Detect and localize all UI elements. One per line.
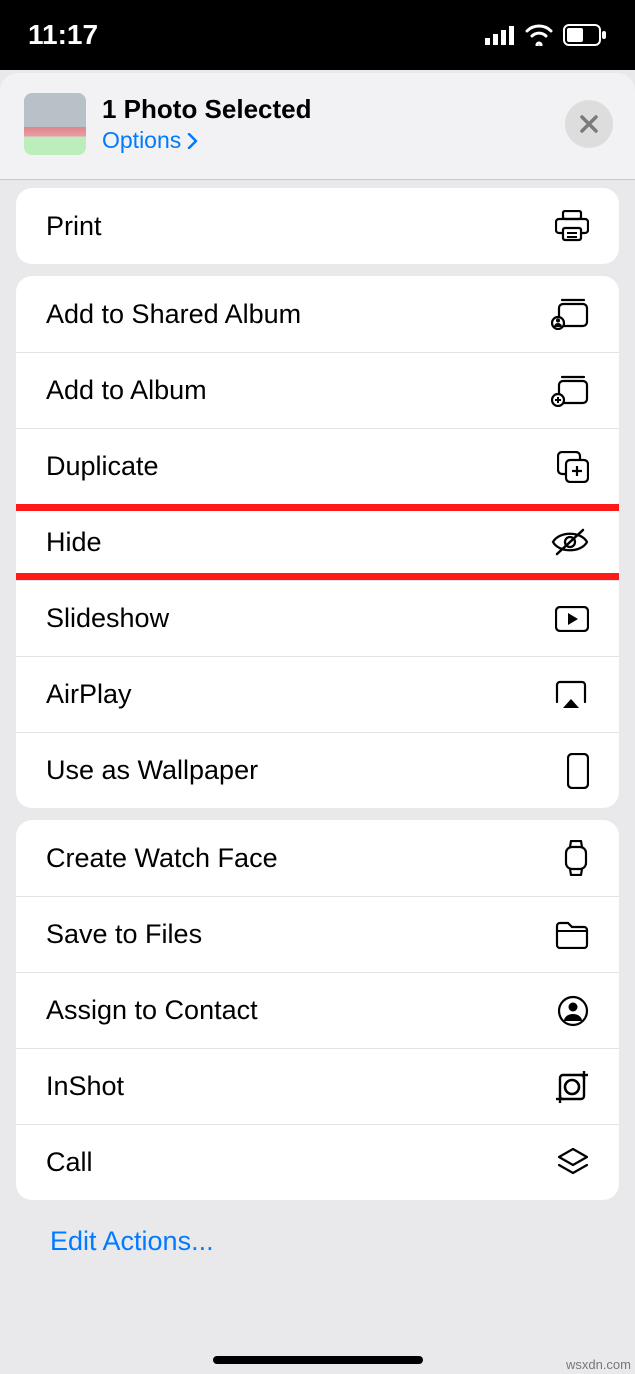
edit-actions-link[interactable]: Edit Actions... xyxy=(0,1212,635,1283)
action-save-files[interactable]: Save to Files xyxy=(16,896,619,972)
share-sheet: 1 Photo Selected Options Print Add to Sh… xyxy=(0,73,635,1374)
row-label: Add to Shared Album xyxy=(46,299,301,330)
layers-icon xyxy=(557,1147,589,1179)
status-icons xyxy=(485,24,607,46)
section-other-actions: Create Watch Face Save to Files Assign t… xyxy=(16,820,619,1200)
row-label: Create Watch Face xyxy=(46,843,278,874)
action-hide[interactable]: Hide xyxy=(16,511,619,573)
edit-actions-label: Edit Actions... xyxy=(50,1226,214,1256)
chevron-right-icon xyxy=(187,133,199,149)
inshot-icon xyxy=(555,1070,589,1104)
row-label: InShot xyxy=(46,1071,124,1102)
row-label: Save to Files xyxy=(46,919,202,950)
battery-icon xyxy=(563,24,607,46)
sheet-title: 1 Photo Selected xyxy=(102,94,565,125)
action-call[interactable]: Call xyxy=(16,1124,619,1200)
status-bar: 11:17 xyxy=(0,0,635,70)
close-button[interactable] xyxy=(565,100,613,148)
watermark: wsxdn.com xyxy=(566,1357,631,1372)
row-label: Hide xyxy=(46,527,102,558)
cell-signal-icon xyxy=(485,25,515,45)
action-wallpaper[interactable]: Use as Wallpaper xyxy=(16,732,619,808)
contact-icon xyxy=(557,995,589,1027)
section-print: Print xyxy=(16,188,619,264)
duplicate-icon xyxy=(557,451,589,483)
status-time: 11:17 xyxy=(28,19,98,51)
highlight-box: Hide xyxy=(16,504,619,580)
printer-icon xyxy=(555,210,589,242)
section-photo-actions: Add to Shared Album Add to Album Duplica… xyxy=(16,276,619,808)
action-airplay[interactable]: AirPlay xyxy=(16,656,619,732)
row-label: Add to Album xyxy=(46,375,207,406)
folder-icon xyxy=(555,921,589,949)
close-icon xyxy=(579,114,599,134)
add-album-icon xyxy=(551,375,589,407)
action-assign-contact[interactable]: Assign to Contact xyxy=(16,972,619,1048)
row-label: Duplicate xyxy=(46,451,159,482)
row-label: Use as Wallpaper xyxy=(46,755,258,786)
row-label: Print xyxy=(46,211,102,242)
row-label: Slideshow xyxy=(46,603,169,634)
wifi-icon xyxy=(525,24,553,46)
row-label: AirPlay xyxy=(46,679,132,710)
header-divider xyxy=(0,179,635,180)
action-print[interactable]: Print xyxy=(16,188,619,264)
options-label: Options xyxy=(102,127,181,154)
action-duplicate[interactable]: Duplicate xyxy=(16,428,619,504)
home-indicator[interactable] xyxy=(213,1356,423,1364)
hide-icon xyxy=(551,528,589,556)
airplay-icon xyxy=(553,680,589,710)
action-add-album[interactable]: Add to Album xyxy=(16,352,619,428)
options-link[interactable]: Options xyxy=(102,127,565,154)
action-slideshow[interactable]: Slideshow xyxy=(16,580,619,656)
sheet-header: 1 Photo Selected Options xyxy=(0,73,635,179)
row-label: Assign to Contact xyxy=(46,995,258,1026)
row-label: Call xyxy=(46,1147,93,1178)
watch-icon xyxy=(563,840,589,876)
action-add-shared-album[interactable]: Add to Shared Album xyxy=(16,276,619,352)
shared-album-icon xyxy=(551,298,589,330)
action-inshot[interactable]: InShot xyxy=(16,1048,619,1124)
phone-outline-icon xyxy=(567,753,589,789)
slideshow-icon xyxy=(555,606,589,632)
action-watch-face[interactable]: Create Watch Face xyxy=(16,820,619,896)
photo-thumbnail[interactable] xyxy=(24,93,86,155)
